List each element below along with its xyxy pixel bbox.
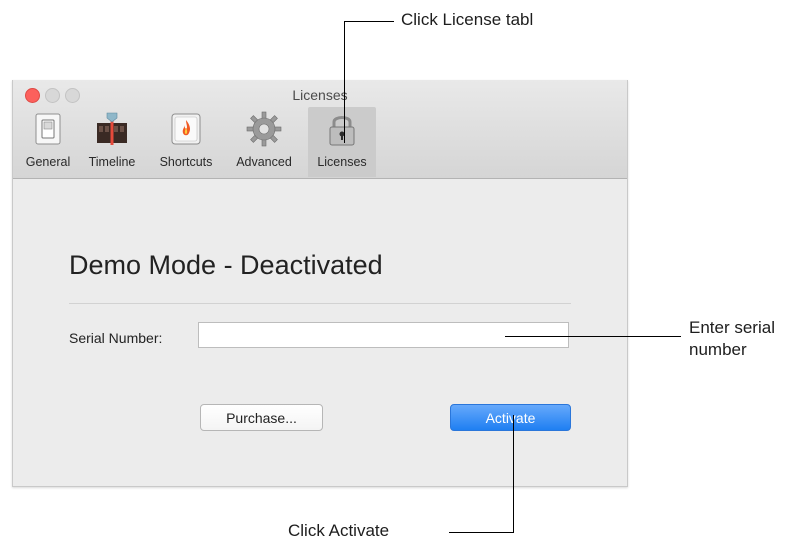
tab-general-label: General: [25, 155, 71, 169]
callout-line: [505, 336, 681, 337]
timeline-icon: [94, 111, 130, 147]
tab-shortcuts-label: Shortcuts: [159, 155, 213, 169]
callout-serial-line1: Enter serial: [689, 318, 775, 337]
license-status-heading: Demo Mode - Deactivated: [69, 250, 383, 280]
flame-icon: [168, 111, 204, 147]
title-bar: Licenses General Timeline Shortcuts Adva…: [13, 80, 627, 179]
callout-license-tab: Click License tabl: [401, 10, 534, 29]
purchase-button[interactable]: Purchase...: [200, 404, 323, 431]
serial-number-input[interactable]: [198, 322, 569, 348]
tab-licenses[interactable]: Licenses: [308, 107, 376, 177]
activate-button[interactable]: Activate: [450, 404, 571, 431]
callout-line: [344, 21, 394, 22]
callout-line: [513, 415, 514, 533]
callout-serial-line2: number: [689, 340, 747, 359]
gear-icon: [246, 111, 282, 147]
window-title: Licenses: [292, 87, 348, 103]
lock-icon: [324, 111, 360, 147]
callout-activate: Click Activate: [288, 521, 390, 540]
tab-advanced[interactable]: Advanced: [227, 107, 301, 177]
callout-line: [449, 532, 513, 533]
tab-shortcuts[interactable]: Shortcuts: [151, 107, 221, 177]
callout-line: [344, 21, 345, 143]
tab-timeline-label: Timeline: [88, 155, 136, 169]
tab-advanced-label: Advanced: [236, 155, 292, 169]
preferences-window: Licenses General Timeline Shortcuts Adva…: [12, 80, 628, 487]
tab-licenses-label: Licenses: [317, 155, 367, 169]
tab-general[interactable]: General: [19, 107, 77, 177]
divider: [69, 303, 571, 304]
serial-number-label: Serial Number:: [69, 330, 163, 346]
tab-timeline[interactable]: Timeline: [81, 107, 143, 177]
switch-icon: [30, 111, 66, 147]
